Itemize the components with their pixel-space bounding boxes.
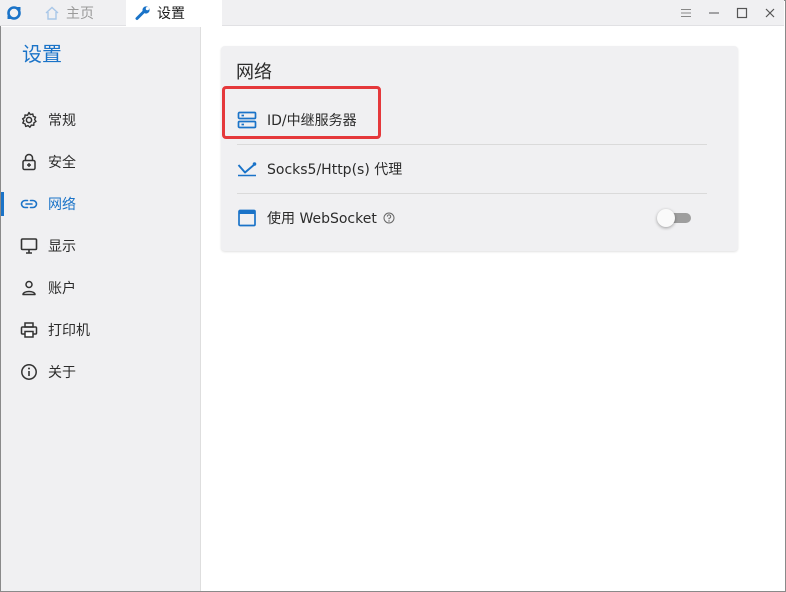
title-bar: 主页 设置 xyxy=(0,0,784,26)
tab-settings[interactable]: 设置 xyxy=(126,0,222,26)
info-icon xyxy=(20,363,38,381)
sidebar-nav: 常规 安全 网络 显示 账户 打印机 关于 xyxy=(1,99,201,393)
app-logo-icon xyxy=(6,5,22,21)
gear-icon xyxy=(20,111,38,129)
websocket-label: 使用 WebSocket xyxy=(267,211,377,227)
sidebar-item-general[interactable]: 常规 xyxy=(1,99,201,141)
minimize-icon[interactable] xyxy=(700,0,728,26)
maximize-icon[interactable] xyxy=(728,0,756,26)
tab-home[interactable]: 主页 xyxy=(36,0,126,26)
sidebar-item-label: 常规 xyxy=(48,113,76,129)
sidebar-item-label: 网络 xyxy=(48,197,76,213)
tab-settings-label: 设置 xyxy=(157,6,185,22)
home-icon xyxy=(44,5,60,21)
websocket-toggle[interactable] xyxy=(657,209,693,227)
sidebar-item-label: 关于 xyxy=(48,365,76,381)
tab-home-label: 主页 xyxy=(66,6,94,22)
sidebar-item-printer[interactable]: 打印机 xyxy=(1,309,201,351)
monitor-icon xyxy=(20,237,38,255)
proxy-label: Socks5/Http(s) 代理 xyxy=(267,162,403,178)
relay-server-item[interactable]: ID/中继服务器 xyxy=(237,95,707,144)
menu-icon[interactable] xyxy=(672,0,700,26)
sidebar-item-account[interactable]: 账户 xyxy=(1,267,201,309)
relay-server-label: ID/中继服务器 xyxy=(267,112,357,129)
user-icon xyxy=(20,279,38,297)
page-title: 网络 xyxy=(236,62,272,83)
window-icon xyxy=(237,208,257,228)
sidebar-item-display[interactable]: 显示 xyxy=(1,225,201,267)
link-icon xyxy=(20,195,38,213)
websocket-item: 使用 WebSocket xyxy=(237,193,707,242)
proxy-icon xyxy=(237,159,257,179)
sidebar-item-network[interactable]: 网络 xyxy=(1,183,201,225)
server-icon xyxy=(237,110,257,130)
sidebar-item-label: 安全 xyxy=(48,155,76,171)
window-controls xyxy=(672,0,784,26)
sidebar-item-label: 账户 xyxy=(48,281,76,297)
close-icon[interactable] xyxy=(756,0,784,26)
printer-icon xyxy=(20,321,38,339)
sidebar-item-security[interactable]: 安全 xyxy=(1,141,201,183)
sidebar-title: 设置 xyxy=(22,42,62,66)
network-settings-card: 网络 ID/中继服务器 Socks5/Http(s) 代理 使用 WebSock… xyxy=(221,46,738,251)
toggle-knob xyxy=(657,209,675,227)
help-icon[interactable] xyxy=(383,212,395,224)
lock-icon xyxy=(20,153,38,171)
sidebar-item-about[interactable]: 关于 xyxy=(1,351,201,393)
sidebar-item-label: 打印机 xyxy=(48,323,90,339)
wrench-icon xyxy=(135,5,151,21)
proxy-item[interactable]: Socks5/Http(s) 代理 xyxy=(237,144,707,193)
sidebar: 设置 常规 安全 网络 显示 账户 打印机 关于 xyxy=(1,27,201,591)
sidebar-item-label: 显示 xyxy=(48,239,76,255)
